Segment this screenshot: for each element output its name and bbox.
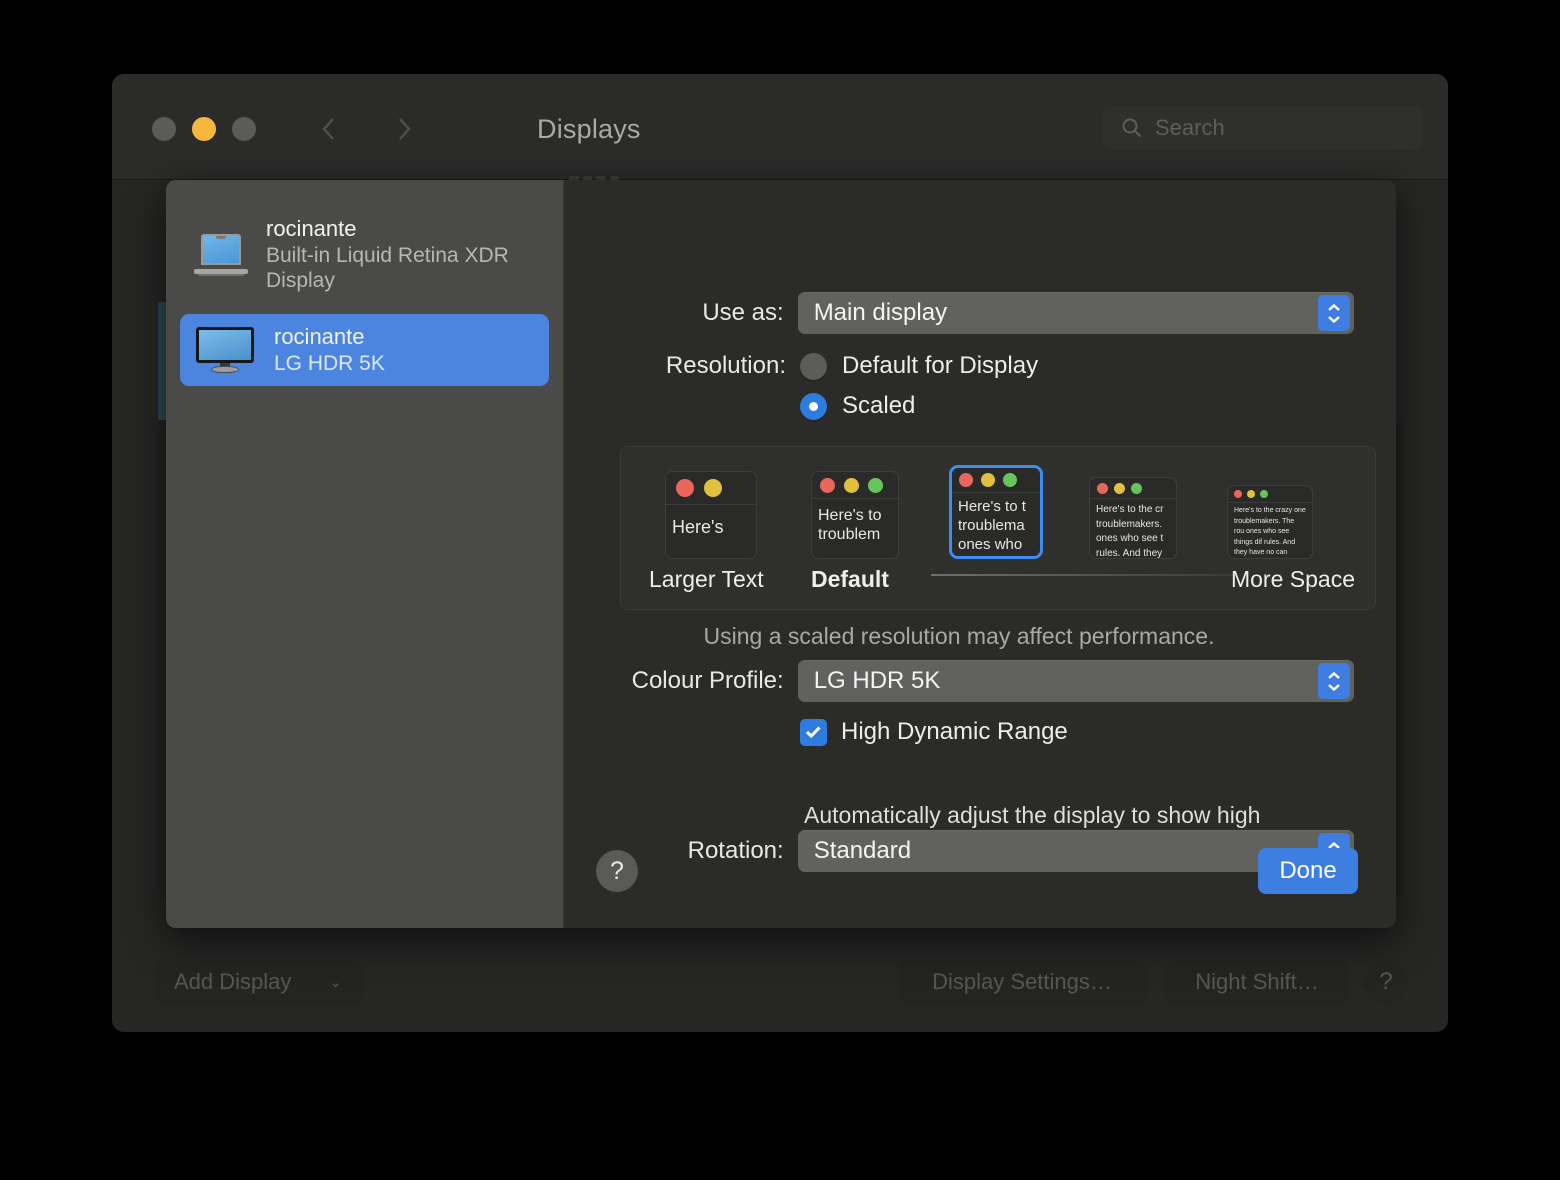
display-subtitle: Built-in Liquid Retina XDR Display bbox=[266, 243, 509, 293]
laptop-icon bbox=[194, 234, 248, 277]
scale-thumbnail-4[interactable]: Here's to the cr troublemakers. ones who… bbox=[1089, 477, 1177, 559]
add-display-label: Add Display bbox=[174, 969, 292, 994]
hdr-label: High Dynamic Range bbox=[841, 718, 1068, 745]
scale-thumbnails: Here's Here's to troublem Here's to t tr… bbox=[621, 447, 1375, 559]
colour-profile-label: Colour Profile: bbox=[631, 667, 784, 694]
stepper-icon[interactable] bbox=[1318, 663, 1350, 699]
rotation-value: Standard bbox=[813, 837, 912, 864]
search-icon bbox=[1122, 118, 1142, 138]
window-title: Displays bbox=[537, 114, 641, 144]
scale-sample-text: Here's to t troublema ones who bbox=[952, 492, 1040, 554]
chevron-left-icon bbox=[322, 118, 334, 140]
colour-profile-select[interactable]: LG HDR 5K bbox=[797, 660, 1354, 702]
scale-thumbnail-selected[interactable]: Here's to t troublema ones who bbox=[949, 465, 1043, 559]
colour-profile-value: LG HDR 5K bbox=[813, 667, 941, 694]
close-window-button[interactable] bbox=[152, 117, 176, 141]
background-help-button[interactable]: ? bbox=[1364, 960, 1408, 1004]
display-name: rocinante bbox=[266, 216, 357, 241]
display-settings-sheet: rocinante Built-in Liquid Retina XDR Dis… bbox=[166, 180, 1396, 928]
scale-caption-larger-text: Larger Text bbox=[649, 566, 764, 592]
rotation-row: Rotation: Standard bbox=[564, 830, 1354, 872]
help-button[interactable]: ? bbox=[596, 850, 638, 892]
radio-button[interactable] bbox=[800, 352, 827, 380]
radio-label: Default for Display bbox=[842, 352, 1039, 379]
night-shift-button[interactable]: Night Shift… bbox=[1166, 960, 1348, 1004]
display-settings-pane: Use as: Main display Resolution: Default… bbox=[564, 180, 1396, 928]
display-name: rocinante bbox=[274, 324, 365, 350]
rotation-label: Rotation: bbox=[687, 837, 784, 864]
checkbox[interactable] bbox=[800, 718, 827, 746]
add-display-button[interactable]: Add Display ⌄ bbox=[154, 960, 362, 1004]
radio-button[interactable] bbox=[800, 392, 827, 420]
resolution-label: Resolution: bbox=[665, 352, 786, 379]
scale-sample-text: Here's bbox=[666, 504, 756, 538]
display-subtitle: LG HDR 5K bbox=[274, 351, 385, 375]
display-list-sidebar: rocinante Built-in Liquid Retina XDR Dis… bbox=[166, 180, 564, 928]
hdr-checkbox-row[interactable]: High Dynamic Range bbox=[800, 718, 1068, 746]
use-as-select[interactable]: Main display bbox=[797, 292, 1354, 334]
display-settings-button[interactable]: Display Settings… bbox=[898, 960, 1146, 1004]
radio-default-for-display[interactable]: Default for Display bbox=[800, 352, 1038, 380]
scale-caption-more-space: More Space bbox=[1230, 566, 1355, 592]
minimize-window-button[interactable] bbox=[192, 117, 216, 141]
forward-button[interactable] bbox=[387, 112, 421, 146]
scale-thumbnail-larger-text[interactable]: Here's bbox=[665, 471, 757, 559]
resolution-scale-picker: Here's Here's to troublem Here's to t tr… bbox=[620, 446, 1376, 610]
display-list-item-builtin[interactable]: rocinante Built-in Liquid Retina XDR Dis… bbox=[180, 206, 549, 304]
scale-slider-track[interactable] bbox=[931, 574, 1237, 576]
scale-thumbnail-2[interactable]: Here's to troublem bbox=[811, 471, 899, 559]
use-as-label: Use as: bbox=[702, 299, 784, 326]
scale-thumbnail-more-space[interactable]: Here's to the crazy one troublemakers. T… bbox=[1227, 485, 1313, 559]
display-list-item-lg[interactable]: rocinante LG HDR 5K bbox=[180, 314, 549, 387]
colour-profile-row: Colour Profile: LG HDR 5K bbox=[564, 660, 1354, 702]
use-as-row: Use as: Main display bbox=[564, 292, 1354, 334]
radio-scaled[interactable]: Scaled bbox=[800, 392, 915, 420]
chevron-down-icon: ⌄ bbox=[329, 974, 342, 991]
monitor-icon bbox=[194, 327, 256, 374]
resolution-row: Resolution: Default for Display bbox=[564, 352, 1354, 380]
scale-sample-text: Here's to troublem bbox=[812, 498, 898, 544]
checkmark-icon bbox=[805, 726, 821, 739]
back-button[interactable] bbox=[312, 112, 346, 146]
stepper-icon[interactable] bbox=[1318, 295, 1350, 331]
zoom-window-button[interactable] bbox=[232, 117, 256, 141]
radio-label: Scaled bbox=[842, 392, 916, 419]
scale-sample-text: Here's to the crazy one troublemakers. T… bbox=[1228, 502, 1312, 558]
search-input[interactable]: Search bbox=[1103, 106, 1423, 150]
chevron-right-icon bbox=[399, 118, 411, 140]
scaled-resolution-note: Using a scaled resolution may affect per… bbox=[703, 623, 1215, 649]
use-as-value: Main display bbox=[813, 299, 948, 326]
search-placeholder: Search bbox=[1155, 115, 1225, 140]
done-button[interactable]: Done bbox=[1258, 848, 1358, 894]
scale-caption-default: Default bbox=[811, 566, 889, 592]
window-toolbar: Displays Search bbox=[112, 74, 1448, 206]
displays-preferences-window: Displays Search Add Display ⌄ Display Se… bbox=[112, 74, 1448, 1032]
scale-sample-text: Here's to the cr troublemakers. ones who… bbox=[1090, 498, 1176, 558]
